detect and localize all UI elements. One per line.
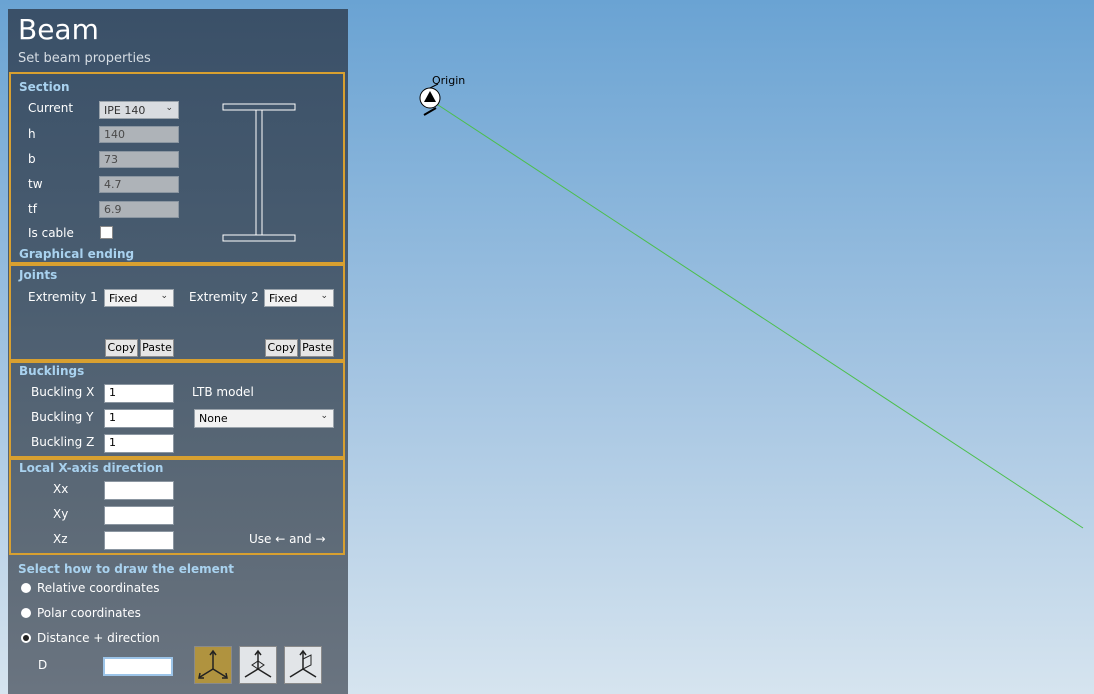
- tf-field[interactable]: 6.9: [99, 201, 179, 218]
- panel-title: Beam: [18, 13, 99, 46]
- chevron-down-icon: ⌄: [320, 291, 328, 301]
- properties-panel: Beam Set beam properties Section Current…: [8, 9, 348, 694]
- d-label: D: [38, 658, 48, 672]
- chevron-down-icon: ⌄: [160, 291, 168, 301]
- bucklings-header: Bucklings: [19, 364, 85, 378]
- local-axis-group: Local X-axis direction Xx Xy Xz Use ← an…: [9, 458, 345, 555]
- h-field[interactable]: 140: [99, 126, 179, 143]
- ltb-model-select[interactable]: None ⌄: [194, 409, 334, 428]
- xy-field[interactable]: [104, 506, 174, 525]
- beam-line: [431, 100, 1084, 529]
- xz-label: Xz: [53, 532, 68, 546]
- section-group: Section Current IPE 140 ⌄ h 140 b 73 tw …: [9, 72, 345, 264]
- axis-direction-box-button[interactable]: [284, 646, 322, 684]
- current-section-select[interactable]: IPE 140 ⌄: [99, 101, 179, 119]
- tw-field[interactable]: 4.7: [99, 176, 179, 193]
- extremity2-label: Extremity 2: [189, 290, 259, 304]
- local-axis-header: Local X-axis direction: [19, 461, 164, 475]
- relative-coordinates-radio[interactable]: [21, 583, 31, 593]
- xyz-axes-icon: [198, 649, 228, 679]
- arrow-keys-hint: Use ← and →: [249, 532, 326, 546]
- paste-extremity1-button[interactable]: Paste: [140, 339, 174, 357]
- distance-direction-radio[interactable]: [21, 633, 31, 643]
- extremity1-label: Extremity 1: [28, 290, 98, 304]
- buckling-z-label: Buckling Z: [31, 435, 95, 449]
- xz-field[interactable]: [104, 531, 174, 550]
- ltb-model-value: None: [199, 412, 228, 425]
- copy-extremity1-button[interactable]: Copy: [105, 339, 138, 357]
- current-label: Current: [28, 101, 74, 115]
- extremity1-value: Fixed: [109, 292, 138, 305]
- distance-direction-label[interactable]: Distance + direction: [37, 631, 160, 645]
- extremity2-value: Fixed: [269, 292, 298, 305]
- buckling-x-label: Buckling X: [31, 385, 95, 399]
- origin-icon: [419, 83, 441, 116]
- bucklings-group: Bucklings Buckling X 1 Buckling Y 1 Buck…: [9, 361, 345, 458]
- h-label: h: [28, 127, 36, 141]
- ltb-model-label: LTB model: [192, 385, 254, 399]
- is-cable-checkbox[interactable]: [100, 226, 113, 239]
- axis-direction-plane-button[interactable]: [239, 646, 277, 684]
- draw-mode-header: Select how to draw the element: [18, 562, 235, 576]
- xx-label: Xx: [53, 482, 69, 496]
- buckling-x-field[interactable]: 1: [104, 384, 174, 403]
- buckling-y-label: Buckling Y: [31, 410, 94, 424]
- xx-field[interactable]: [104, 481, 174, 500]
- current-section-value: IPE 140: [104, 104, 146, 117]
- xy-label: Xy: [53, 507, 69, 521]
- buckling-y-field[interactable]: 1: [104, 409, 174, 428]
- relative-coordinates-label[interactable]: Relative coordinates: [37, 581, 159, 595]
- chevron-down-icon: ⌄: [165, 103, 173, 113]
- axis-direction-xyz-button[interactable]: [194, 646, 232, 684]
- joints-group: Joints Extremity 1 Fixed ⌄ Extremity 2 F…: [9, 264, 345, 361]
- origin-label: Origin: [432, 74, 466, 87]
- joints-header: Joints: [19, 268, 58, 282]
- tw-label: tw: [28, 177, 43, 191]
- distance-field[interactable]: [103, 657, 173, 676]
- extremity1-select[interactable]: Fixed ⌄: [104, 289, 174, 307]
- is-cable-label: Is cable: [28, 226, 74, 240]
- extremity2-select[interactable]: Fixed ⌄: [264, 289, 334, 307]
- b-label: b: [28, 152, 36, 166]
- tf-label: tf: [28, 202, 37, 216]
- panel-subtitle: Set beam properties: [18, 51, 151, 66]
- copy-extremity2-button[interactable]: Copy: [265, 339, 298, 357]
- buckling-z-field[interactable]: 1: [104, 434, 174, 453]
- paste-extremity2-button[interactable]: Paste: [300, 339, 334, 357]
- section-header: Section: [19, 80, 70, 94]
- plane-axes-icon: [244, 649, 272, 678]
- graphical-ending-header: Graphical ending: [19, 247, 135, 261]
- b-field[interactable]: 73: [99, 151, 179, 168]
- chevron-down-icon: ⌄: [320, 411, 328, 421]
- polar-coordinates-radio[interactable]: [21, 608, 31, 618]
- ibeam-section-icon: [222, 103, 296, 242]
- polar-coordinates-label[interactable]: Polar coordinates: [37, 606, 141, 620]
- box-axes-icon: [289, 649, 317, 678]
